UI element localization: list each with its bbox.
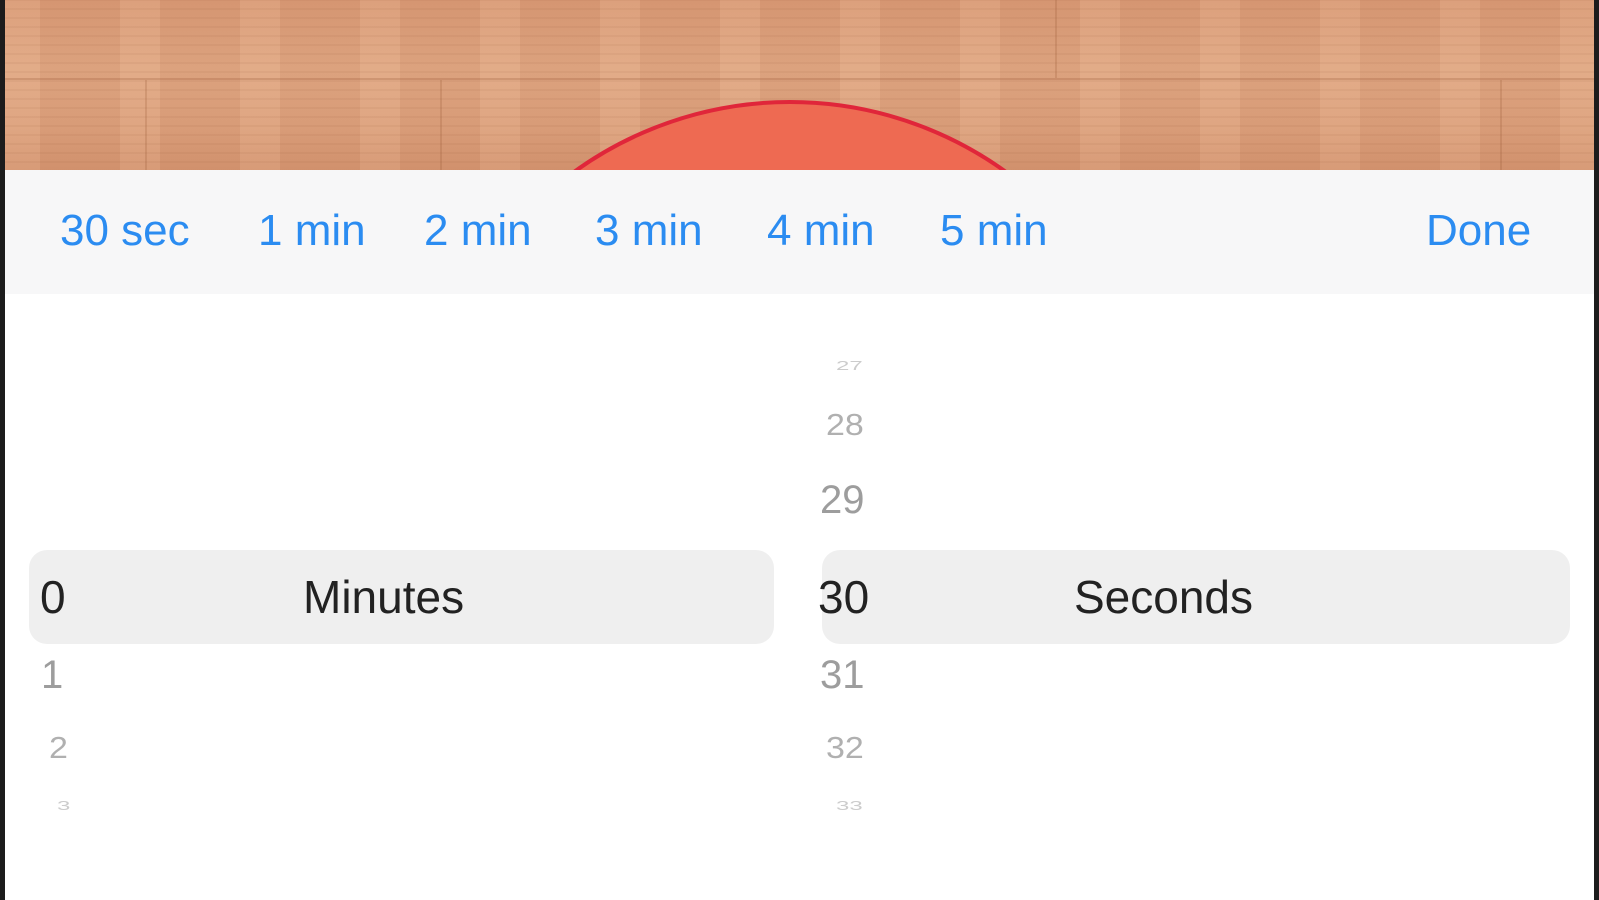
minutes-wheel-item[interactable]: 3: [57, 799, 70, 812]
minutes-wheel-item[interactable]: 1: [41, 655, 63, 695]
minutes-wheel-item[interactable]: 2: [49, 733, 68, 764]
window-edge-left: [0, 0, 5, 900]
seconds-wheel-item[interactable]: 28: [826, 410, 864, 441]
preset-30-sec-button[interactable]: 30 sec: [60, 206, 190, 256]
preset-1-min-button[interactable]: 1 min: [258, 206, 366, 256]
plank-joint: [1500, 80, 1502, 172]
seconds-wheel-item[interactable]: 32: [826, 733, 864, 764]
seconds-wheel-item[interactable]: 33: [836, 799, 863, 812]
duration-picker: 0 Minutes 1 2 3 27 28 29 30 Seconds 31 3…: [0, 294, 1599, 900]
window-edge-right: [1594, 0, 1599, 900]
plank-seam: [0, 78, 1599, 80]
preset-2-min-button[interactable]: 2 min: [424, 206, 532, 256]
plank-joint: [1055, 0, 1057, 78]
seconds-wheel-item[interactable]: 27: [836, 359, 863, 372]
plank-joint: [440, 80, 442, 172]
plank-joint: [145, 80, 147, 172]
done-button[interactable]: Done: [1426, 206, 1531, 256]
preset-5-min-button[interactable]: 5 min: [940, 206, 1048, 256]
preset-toolbar: 30 sec 1 min 2 min 3 min 4 min 5 min Don…: [0, 170, 1599, 294]
minutes-wheel-selected[interactable]: 0: [40, 574, 66, 620]
timer-dial[interactable]: [420, 100, 1160, 172]
preset-4-min-button[interactable]: 4 min: [767, 206, 875, 256]
seconds-wheel-selected[interactable]: 30: [818, 574, 869, 620]
seconds-wheel-item[interactable]: 31: [820, 655, 865, 695]
preset-3-min-button[interactable]: 3 min: [595, 206, 703, 256]
minutes-unit-label: Minutes: [303, 571, 465, 623]
wood-background: [0, 0, 1599, 172]
seconds-wheel-item[interactable]: 29: [820, 480, 865, 520]
seconds-unit-label: Seconds: [1074, 571, 1254, 623]
